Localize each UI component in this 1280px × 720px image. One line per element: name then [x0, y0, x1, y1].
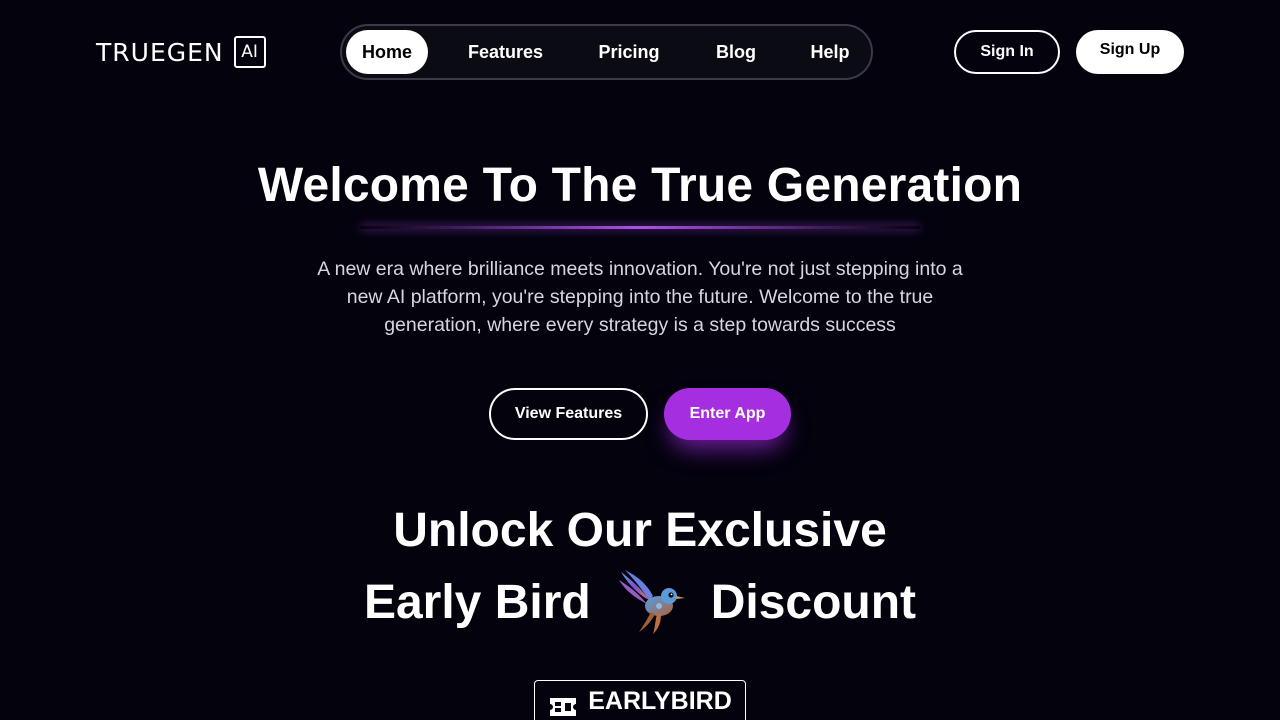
sign-up-button[interactable]: Sign Up: [1076, 30, 1184, 74]
hero-title: Welcome To The True Generation: [257, 159, 1023, 212]
logo-text: TRUEGEN: [96, 37, 224, 67]
ticket-icon: [548, 692, 578, 718]
discount-discount-text: Discount: [710, 575, 917, 629]
nav-item-pricing[interactable]: Pricing: [583, 30, 675, 74]
glow-divider: [360, 226, 920, 229]
enter-app-button[interactable]: Enter App: [664, 388, 791, 440]
view-features-button[interactable]: View Features: [489, 388, 648, 440]
nav-item-features[interactable]: Features: [428, 30, 583, 74]
nav-item-home[interactable]: Home: [346, 30, 428, 74]
discount-early-bird-text: Early Bird: [363, 575, 591, 629]
landing-page: TRUEGEN AI Home Features Pricing Blog He…: [0, 0, 1280, 720]
promo-code-box[interactable]: EARLYBIRD: [534, 680, 746, 720]
discount-subtitle: Early Bird Discount: [0, 566, 1280, 638]
promo-code: EARLYBIRD: [588, 686, 732, 715]
main-nav: Home Features Pricing Blog Help: [340, 24, 873, 80]
nav-item-help[interactable]: Help: [797, 30, 863, 74]
nav-item-blog[interactable]: Blog: [675, 30, 797, 74]
sign-in-button[interactable]: Sign In: [954, 30, 1060, 74]
hero-subtitle: A new era where brilliance meets innovat…: [317, 258, 963, 336]
hummingbird-icon: [615, 566, 687, 638]
logo[interactable]: TRUEGEN AI: [96, 36, 266, 68]
discount-title: Unlock Our Exclusive: [393, 504, 887, 557]
logo-badge: AI: [233, 36, 266, 68]
